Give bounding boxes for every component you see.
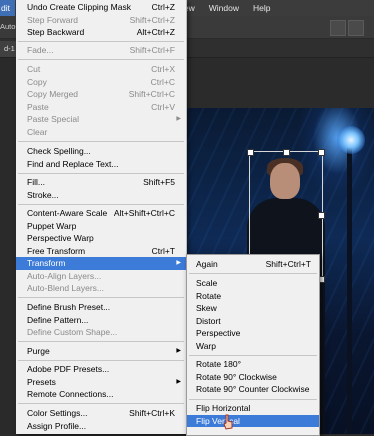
menu-item-presets[interactable]: Presets ▶ bbox=[16, 376, 186, 389]
menu-item-assign-profile[interactable]: Assign Profile... bbox=[16, 420, 186, 433]
menu-item-copy-merged[interactable]: Copy Merged Shift+Ctrl+C bbox=[16, 88, 186, 101]
menu-item-color-settings[interactable]: Color Settings... Shift+Ctrl+K bbox=[16, 407, 186, 420]
menu-item-auto-blend[interactable]: Auto-Blend Layers... bbox=[16, 282, 186, 295]
transform-handle[interactable] bbox=[318, 212, 325, 219]
menu-bar-right: iew Window Help bbox=[182, 0, 270, 16]
submenu-item-flip-horizontal[interactable]: Flip Horizontal bbox=[187, 402, 319, 415]
submenu-item-rotate-90-ccw[interactable]: Rotate 90° Counter Clockwise bbox=[187, 383, 319, 396]
street-lamp bbox=[337, 126, 365, 154]
submenu-item-rotate-90-cw[interactable]: Rotate 90° Clockwise bbox=[187, 371, 319, 384]
transform-handle[interactable] bbox=[318, 149, 325, 156]
menu-item-check-spelling[interactable]: Check Spelling... bbox=[16, 145, 186, 158]
edit-menu: Undo Create Clipping Mask Ctrl+Z Step For… bbox=[16, 0, 187, 434]
menu-item-puppet-warp[interactable]: Puppet Warp bbox=[16, 220, 186, 233]
submenu-arrow-icon: ▶ bbox=[176, 260, 181, 266]
menu-item-stroke[interactable]: Stroke... bbox=[16, 189, 186, 202]
separator bbox=[18, 59, 184, 60]
menu-window[interactable]: Window bbox=[209, 0, 239, 16]
menu-item-auto-align[interactable]: Auto-Align Layers... bbox=[16, 270, 186, 283]
menu-item-define-custom-shape[interactable]: Define Custom Shape... bbox=[16, 326, 186, 339]
menu-item-fill[interactable]: Fill... Shift+F5 bbox=[16, 176, 186, 189]
menu-item-cut[interactable]: Cut Ctrl+X bbox=[16, 63, 186, 76]
separator bbox=[18, 403, 184, 404]
submenu-item-rotate-180[interactable]: Rotate 180° bbox=[187, 358, 319, 371]
menu-edit[interactable]: dit bbox=[0, 0, 15, 16]
transform-handle[interactable] bbox=[247, 149, 254, 156]
separator bbox=[18, 173, 184, 174]
menu-item-find-replace[interactable]: Find and Replace Text... bbox=[16, 158, 186, 171]
menu-item-undo[interactable]: Undo Create Clipping Mask Ctrl+Z bbox=[16, 1, 186, 14]
transform-submenu: Again Shift+Ctrl+T Scale Rotate Skew Dist… bbox=[186, 254, 320, 436]
menu-item-perspective-warp[interactable]: Perspective Warp bbox=[16, 232, 186, 245]
menu-item-fade[interactable]: Fade... Shift+Ctrl+F bbox=[16, 44, 186, 57]
hand-cursor-icon bbox=[223, 414, 233, 430]
menu-item-copy[interactable]: Copy Ctrl+C bbox=[16, 76, 186, 89]
menu-item-content-aware-scale[interactable]: Content-Aware Scale Alt+Shift+Ctrl+C bbox=[16, 207, 186, 220]
menu-item-define-brush[interactable]: Define Brush Preset... bbox=[16, 301, 186, 314]
menu-item-clear[interactable]: Clear bbox=[16, 126, 186, 139]
menu-item-pdf-presets[interactable]: Adobe PDF Presets... bbox=[16, 363, 186, 376]
separator bbox=[18, 360, 184, 361]
transform-handle[interactable] bbox=[283, 149, 290, 156]
submenu-item-again[interactable]: Again Shift+Ctrl+T bbox=[187, 258, 319, 271]
separator bbox=[18, 41, 184, 42]
menu-item-purge[interactable]: Purge ▶ bbox=[16, 345, 186, 358]
align-icon[interactable] bbox=[330, 20, 346, 36]
submenu-item-flip-vertical[interactable]: Flip Vertical bbox=[187, 414, 319, 427]
menu-item-paste-special[interactable]: Paste Special ▶ bbox=[16, 113, 186, 126]
submenu-item-skew[interactable]: Skew bbox=[187, 302, 319, 315]
submenu-arrow-icon: ▶ bbox=[176, 116, 181, 122]
separator bbox=[18, 204, 184, 205]
menu-item-step-forward[interactable]: Step Forward Shift+Ctrl+Z bbox=[16, 14, 186, 27]
menu-item-remote-connections[interactable]: Remote Connections... bbox=[16, 388, 186, 401]
separator bbox=[189, 399, 317, 400]
menu-item-define-pattern[interactable]: Define Pattern... bbox=[16, 314, 186, 327]
submenu-item-distort[interactable]: Distort bbox=[187, 315, 319, 328]
separator bbox=[189, 355, 317, 356]
menu-help[interactable]: Help bbox=[253, 0, 270, 16]
tools-panel bbox=[0, 58, 16, 434]
submenu-item-scale[interactable]: Scale bbox=[187, 277, 319, 290]
submenu-arrow-icon: ▶ bbox=[176, 348, 181, 354]
separator bbox=[18, 341, 184, 342]
separator bbox=[18, 297, 184, 298]
separator bbox=[189, 273, 317, 274]
submenu-item-perspective[interactable]: Perspective bbox=[187, 327, 319, 340]
menu-item-paste[interactable]: Paste Ctrl+V bbox=[16, 101, 186, 114]
lamp-post bbox=[347, 148, 352, 434]
menu-item-transform[interactable]: Transform ▶ bbox=[16, 257, 186, 270]
separator bbox=[18, 141, 184, 142]
submenu-item-rotate[interactable]: Rotate bbox=[187, 290, 319, 303]
submenu-item-warp[interactable]: Warp bbox=[187, 340, 319, 353]
submenu-arrow-icon: ▶ bbox=[176, 378, 181, 385]
menu-item-step-backward[interactable]: Step Backward Alt+Ctrl+Z bbox=[16, 26, 186, 39]
menu-item-free-transform[interactable]: Free Transform Ctrl+T bbox=[16, 245, 186, 258]
distribute-icon[interactable] bbox=[348, 20, 364, 36]
